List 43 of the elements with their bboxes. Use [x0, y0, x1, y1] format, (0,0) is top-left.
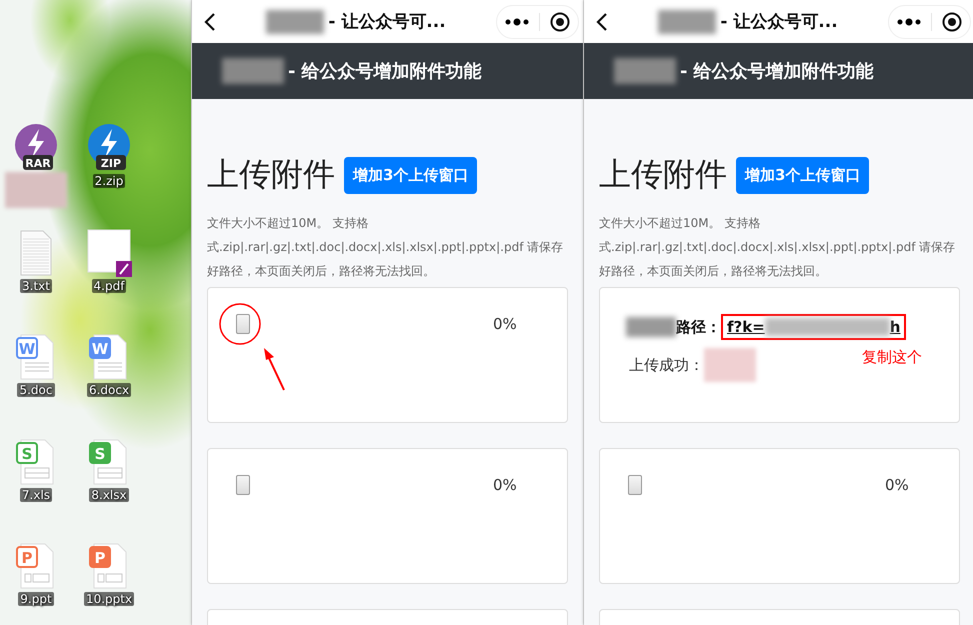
- file-label: 9.ppt: [18, 592, 54, 606]
- back-icon[interactable]: [596, 12, 608, 30]
- file-picker-button[interactable]: [236, 314, 250, 334]
- file-label: 10.pptx: [84, 592, 134, 606]
- add-windows-button[interactable]: 增加3个上传窗口: [736, 156, 870, 194]
- section-heading: 上传附件: [207, 154, 335, 195]
- redacted-block: [704, 348, 756, 382]
- header-title: - 给公众号增加附件功能: [288, 60, 482, 83]
- more-icon[interactable]: [897, 18, 921, 26]
- progress-percent: 0%: [885, 476, 909, 494]
- redacted-block: [614, 58, 676, 84]
- file-label: 6.docx: [86, 383, 132, 397]
- progress-percent: 0%: [493, 476, 517, 494]
- file-picker-button[interactable]: [236, 475, 250, 495]
- redacted-block: [266, 10, 324, 34]
- progress-percent: 0%: [493, 315, 517, 333]
- redacted-block: [5, 172, 67, 208]
- success-label: 上传成功：: [629, 356, 704, 374]
- notice-text: 文件大小不超过10M。 支持格式.zip|.rar|.gz|.txt|.doc|.docx|.xls|.xlsx|.ppt|.pptx|.pdf 请保存好路径，本页面关闭后，路径将无法找回。: [599, 215, 956, 280]
- header-title: - 给公众号增加附件功能: [680, 60, 874, 83]
- annotation-text: 复制这个: [862, 348, 922, 367]
- page-title: - 让公众号可...: [720, 11, 838, 33]
- close-icon[interactable]: [550, 12, 570, 32]
- close-icon[interactable]: [942, 12, 962, 32]
- redacted-block: [658, 10, 716, 34]
- redacted-block: [222, 58, 284, 84]
- page-title: - 让公众号可...: [328, 11, 446, 33]
- path-label: 路径：: [676, 318, 721, 336]
- file-label: 5.doc: [17, 383, 54, 397]
- back-icon[interactable]: [204, 12, 216, 30]
- annotation-arrow: [264, 348, 285, 390]
- section-heading: 上传附件: [599, 154, 727, 195]
- file-label: 2.zip: [92, 174, 126, 188]
- notice-text: 文件大小不超过10M。 支持格式.zip|.rar|.gz|.txt|.doc|.docx|.xls|.xlsx|.ppt|.pptx|.pdf 请保存好路径，本页面关闭后，路径将无法找回。: [207, 215, 564, 280]
- file-label: 8.xlsx: [89, 488, 129, 502]
- redacted-block: [626, 317, 676, 337]
- file-label: 3.txt: [20, 278, 52, 292]
- file-picker-button[interactable]: [628, 475, 642, 495]
- pdf-file-icon[interactable]: [86, 228, 132, 276]
- add-windows-button[interactable]: 增加3个上传窗口: [344, 156, 478, 194]
- path-link[interactable]: f?k= h: [721, 314, 906, 340]
- file-label: 7.xls: [20, 488, 52, 502]
- more-icon[interactable]: [505, 18, 529, 26]
